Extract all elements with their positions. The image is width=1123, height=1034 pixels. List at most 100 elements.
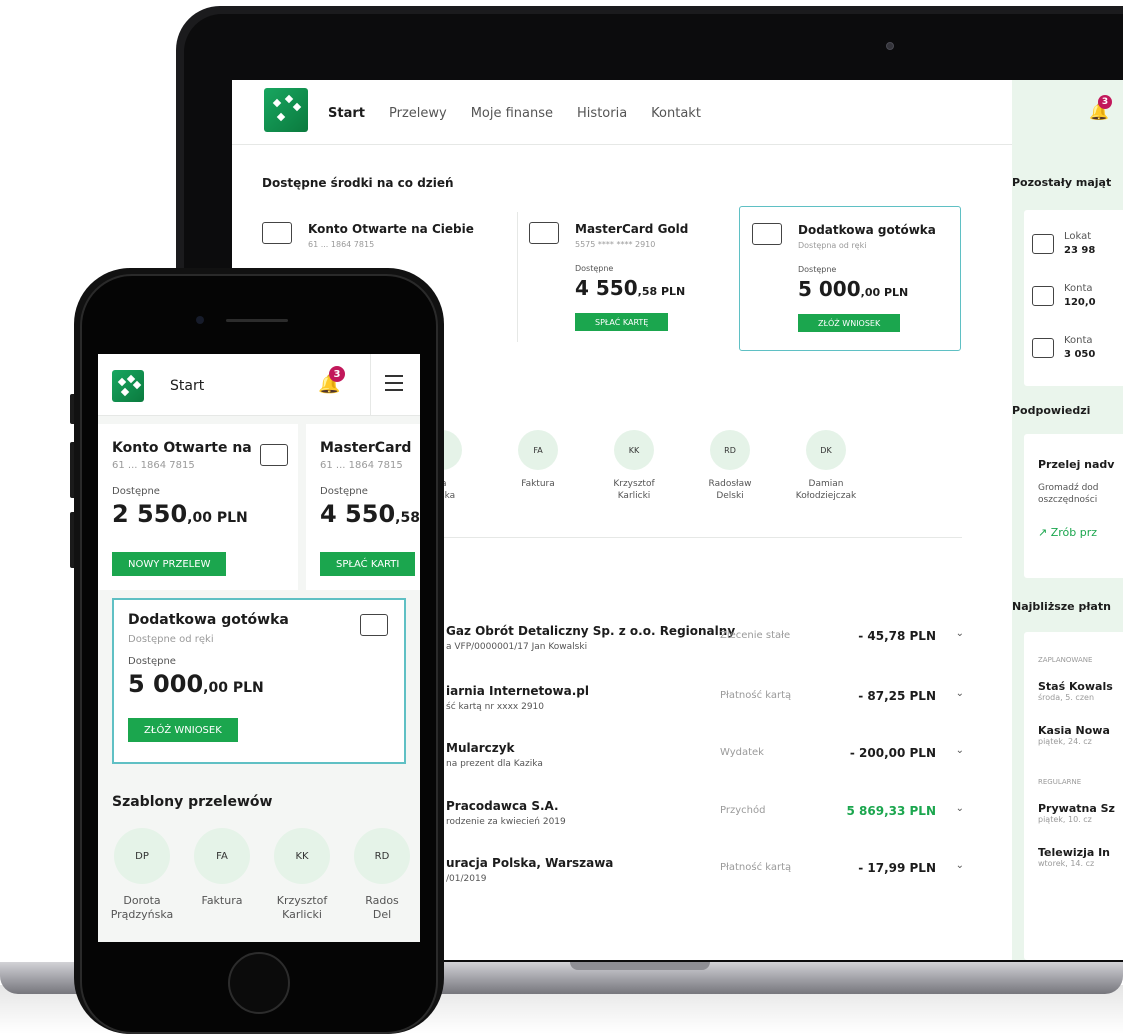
transaction-row[interactable]: Gaz Obrót Detaliczny Sp. z o.o. Regional… (442, 624, 972, 672)
account-number: 61 ... 1864 7815 (320, 460, 403, 471)
template-name: Faktura (521, 479, 555, 489)
template-item[interactable]: KK Krzysztof Karlicki (264, 828, 340, 922)
account-number: Dostępna od ręki (798, 241, 867, 250)
phone-camera (196, 316, 204, 324)
upcoming-payments-title: Najbliższe płatn (1012, 600, 1111, 613)
asset-item[interactable]: Konta 120,0 (1032, 282, 1096, 310)
account-name: MasterCard Gold (575, 222, 689, 236)
notifications-bell-icon[interactable]: 🔔 3 (318, 366, 345, 395)
transaction-type: Zlecenie stałe (720, 630, 791, 641)
desktop-header: Start Przelewy Moje finanse Historia Kon… (232, 80, 1012, 145)
phone-speaker (226, 319, 288, 322)
laptop-notch (570, 962, 710, 970)
chevron-down-icon[interactable]: ⌄ (956, 628, 964, 639)
chevron-down-icon[interactable]: ⌄ (956, 860, 964, 871)
template-avatar: FA (518, 430, 558, 470)
wallet-icon (262, 222, 292, 244)
piggy-bank-icon (1032, 286, 1054, 306)
account-card-extra-cash[interactable]: Dodatkowa gotówka Dostępne od ręki Dostę… (112, 598, 406, 764)
account-name: Dodatkowa gotówka (128, 612, 289, 628)
transaction-type: Przychód (720, 805, 766, 816)
chevron-down-icon[interactable]: ⌄ (956, 745, 964, 756)
template-name: Rados Del (365, 894, 399, 921)
transaction-title: uracja Polska, Warszawa (446, 856, 614, 870)
transaction-amount: - 17,99 PLN (858, 861, 936, 875)
bank-logo[interactable] (264, 88, 308, 132)
regular-label: REGULARNE (1038, 778, 1082, 786)
home-button[interactable] (228, 952, 290, 1014)
transaction-desc: na prezent dla Kazika (446, 759, 543, 769)
template-avatar: RD (710, 430, 750, 470)
account-card-extra-cash[interactable]: Dodatkowa gotówka Dostępna od ręki Dostę… (739, 206, 961, 351)
chevron-down-icon[interactable]: ⌄ (956, 688, 964, 699)
available-label: Dostępne (128, 656, 176, 667)
notification-badge: 3 (1098, 95, 1112, 109)
account-balance: 4 550,58 PLN (575, 276, 686, 300)
account-name: Dodatkowa gotówka (798, 223, 936, 237)
template-item[interactable]: FA Faktura (184, 828, 260, 908)
new-transfer-button[interactable]: NOWY PRZELEW (112, 552, 227, 576)
mobile-header: Start 🔔 3 (98, 354, 420, 416)
transaction-row[interactable]: Mularczyk na prezent dla Kazika Wydatek … (442, 741, 972, 789)
repay-card-button[interactable]: SPŁAĆ KARTI (320, 552, 416, 576)
nav-history[interactable]: Historia (577, 106, 627, 121)
hint-text: Gromadź dod oszczędności (1038, 483, 1099, 505)
payment-item[interactable]: Telewizja In wtorek, 14. cz (1038, 846, 1110, 868)
template-item[interactable]: FA Faktura (488, 430, 588, 490)
transaction-amount: - 45,78 PLN (858, 629, 936, 643)
transaction-type: Płatność kartą (720, 690, 792, 701)
template-item[interactable]: RD Radosław Delski (680, 430, 780, 502)
template-item[interactable]: DK Damian Kołodziejczak (776, 430, 876, 502)
repay-card-button[interactable]: SPŁAĆ KARTĘ (575, 313, 669, 331)
transaction-title: iarnia Internetowa.pl (446, 684, 589, 698)
template-avatar: DP (114, 828, 170, 884)
planned-label: ZAPLANOWANE (1038, 656, 1093, 664)
hint-card[interactable]: Przelej nadv Gromadź dod oszczędności ↗ Z… (1024, 434, 1123, 578)
transaction-row[interactable]: Pracodawca S.A. rodzenie za kwiecień 201… (442, 799, 972, 847)
transaction-type: Płatność kartą (720, 862, 792, 873)
template-name: Krzysztof Karlicki (276, 894, 328, 921)
nav-contact[interactable]: Kontakt (651, 106, 701, 121)
transaction-row[interactable]: uracja Polska, Warszawa /01/2019 Płatnoś… (442, 856, 972, 904)
asset-item[interactable]: Lokat 23 98 (1032, 230, 1095, 258)
apply-button[interactable]: ZŁÓŻ WNIOSEK (128, 718, 238, 742)
payment-item[interactable]: Staś Kowals środa, 5. czen (1038, 680, 1113, 702)
chevron-down-icon[interactable]: ⌄ (956, 803, 964, 814)
transaction-amount: - 200,00 PLN (849, 746, 936, 760)
template-item[interactable]: RD Rados Del (344, 828, 420, 922)
wallet-icon (260, 444, 288, 466)
nav-finances[interactable]: Moje finanse (471, 106, 553, 121)
template-name: Krzysztof Karlicki (613, 479, 655, 501)
house-icon (1032, 338, 1054, 358)
credit-card-icon (529, 222, 559, 244)
payment-item[interactable]: Kasia Nowa piątek, 24. cz (1038, 724, 1110, 746)
apply-button[interactable]: ZŁÓŻ WNIOSEK (798, 314, 901, 332)
account-card-konto[interactable]: Konto Otwarte na 61 ... 1864 7815 Dostęp… (98, 424, 298, 590)
transaction-amount: 5 869,33 PLN (846, 804, 937, 818)
nav-transfers[interactable]: Przelewy (389, 106, 447, 121)
payment-item[interactable]: Prywatna Sz piątek, 10. cz (1038, 802, 1115, 824)
hamburger-menu-icon[interactable] (385, 375, 403, 396)
template-avatar: KK (614, 430, 654, 470)
account-card-mastercard[interactable]: MasterCard 61 ... 1864 7815 Dostępne 4 5… (306, 424, 420, 590)
asset-item[interactable]: Konta 3 050 (1032, 334, 1095, 362)
mobile-screen: Start 🔔 3 Konto Otwarte na 61 ... 1864 7… (98, 354, 420, 942)
notifications-bell-icon[interactable]: 🔔 3 (1089, 95, 1112, 121)
account-balance: 5 000,00 PLN (798, 277, 909, 301)
transaction-desc: a VFP/0000001/17 Jan Kowalski (446, 642, 588, 652)
account-card-mastercard[interactable]: MasterCard Gold 5575 **** **** 2910 Dost… (517, 206, 739, 351)
account-number: 61 ... 1864 7815 (308, 240, 375, 249)
main-nav: Start Przelewy Moje finanse Historia Kon… (328, 106, 701, 121)
hint-title: Przelej nadv (1038, 458, 1115, 471)
hint-link[interactable]: ↗ Zrób prz (1038, 526, 1097, 539)
account-balance: 4 550,58 (320, 500, 420, 528)
template-item[interactable]: DP Dorota Prądzyńska (104, 828, 180, 922)
transaction-title: Mularczyk (446, 741, 515, 755)
template-item[interactable]: KK Krzysztof Karlicki (584, 430, 684, 502)
nav-start[interactable]: Start (328, 106, 365, 121)
transaction-row[interactable]: iarnia Internetowa.pl ść kartą nr xxxx 2… (442, 684, 972, 732)
section-divider (432, 537, 962, 538)
transaction-type: Wydatek (720, 747, 764, 758)
bank-logo[interactable] (112, 370, 144, 402)
cash-icon (360, 614, 388, 636)
